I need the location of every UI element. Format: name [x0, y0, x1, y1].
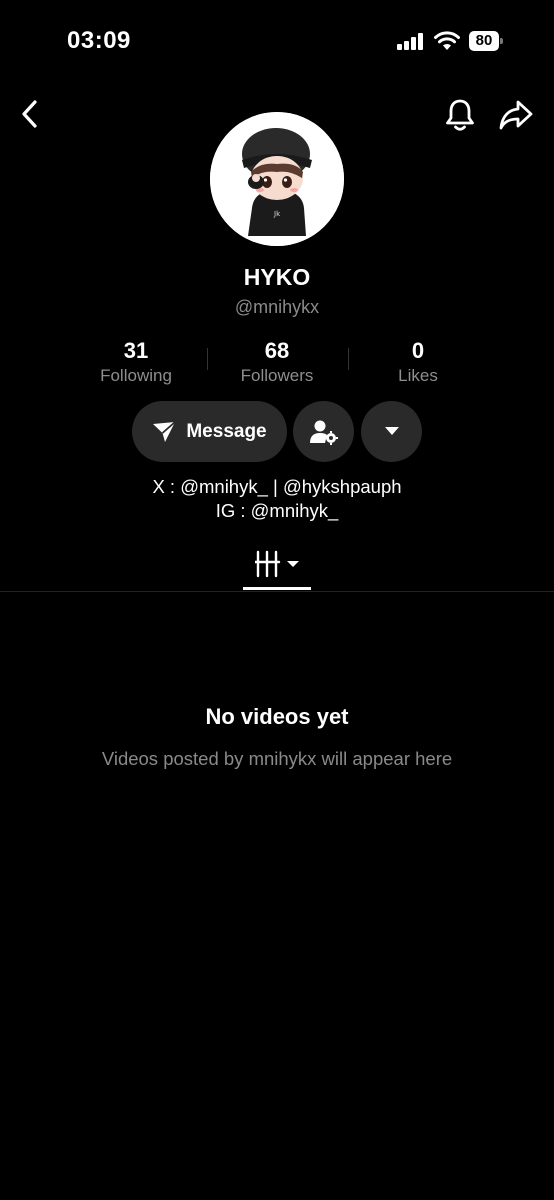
- grid-bars-icon: [253, 550, 299, 578]
- svg-text:Jk: Jk: [273, 210, 281, 218]
- wifi-icon: [434, 31, 460, 50]
- empty-state-subtitle: Videos posted by mnihykx will appear her…: [101, 748, 453, 769]
- stat-value: 0: [411, 338, 425, 363]
- stat-following[interactable]: 31 Following: [66, 338, 206, 386]
- message-button-label: Message: [186, 420, 267, 442]
- status-time: 03:09: [67, 27, 131, 54]
- battery-level: 80: [475, 32, 493, 49]
- caret-down-icon: [287, 561, 299, 567]
- stat-followers[interactable]: 68 Followers: [207, 338, 347, 386]
- share-icon[interactable]: [498, 98, 534, 132]
- stat-likes[interactable]: 0 Likes: [348, 338, 488, 386]
- message-button[interactable]: Message: [132, 401, 287, 462]
- battery-icon: 80: [469, 31, 503, 51]
- more-options-button[interactable]: [361, 401, 422, 462]
- tab-active-indicator: [243, 587, 311, 590]
- friend-settings-button[interactable]: [293, 401, 354, 462]
- stat-value: 68: [264, 338, 290, 363]
- send-icon: [153, 420, 176, 442]
- stat-label: Likes: [398, 366, 438, 385]
- bio-line: X : @mnihyk_ | @hykshpauph: [152, 476, 402, 497]
- stat-label: Followers: [240, 366, 314, 385]
- stat-label: Following: [100, 366, 172, 385]
- back-icon[interactable]: [16, 98, 44, 130]
- bio-line: IG : @mnihyk_: [215, 500, 339, 521]
- profile-avatar[interactable]: Jk: [210, 112, 344, 246]
- profile-handle: @mnihykx: [234, 297, 320, 317]
- person-gear-icon: [309, 420, 338, 445]
- empty-state-title: No videos yet: [205, 704, 349, 729]
- caret-down-icon: [384, 427, 399, 435]
- profile-name: HYKO: [243, 264, 311, 290]
- chibi-avatar-image: Jk: [210, 112, 344, 246]
- cellular-signal-icon: [397, 33, 425, 50]
- stat-value: 31: [123, 338, 149, 363]
- bell-icon[interactable]: [444, 97, 476, 133]
- videos-tab[interactable]: [253, 550, 303, 578]
- tab-divider: [0, 591, 554, 592]
